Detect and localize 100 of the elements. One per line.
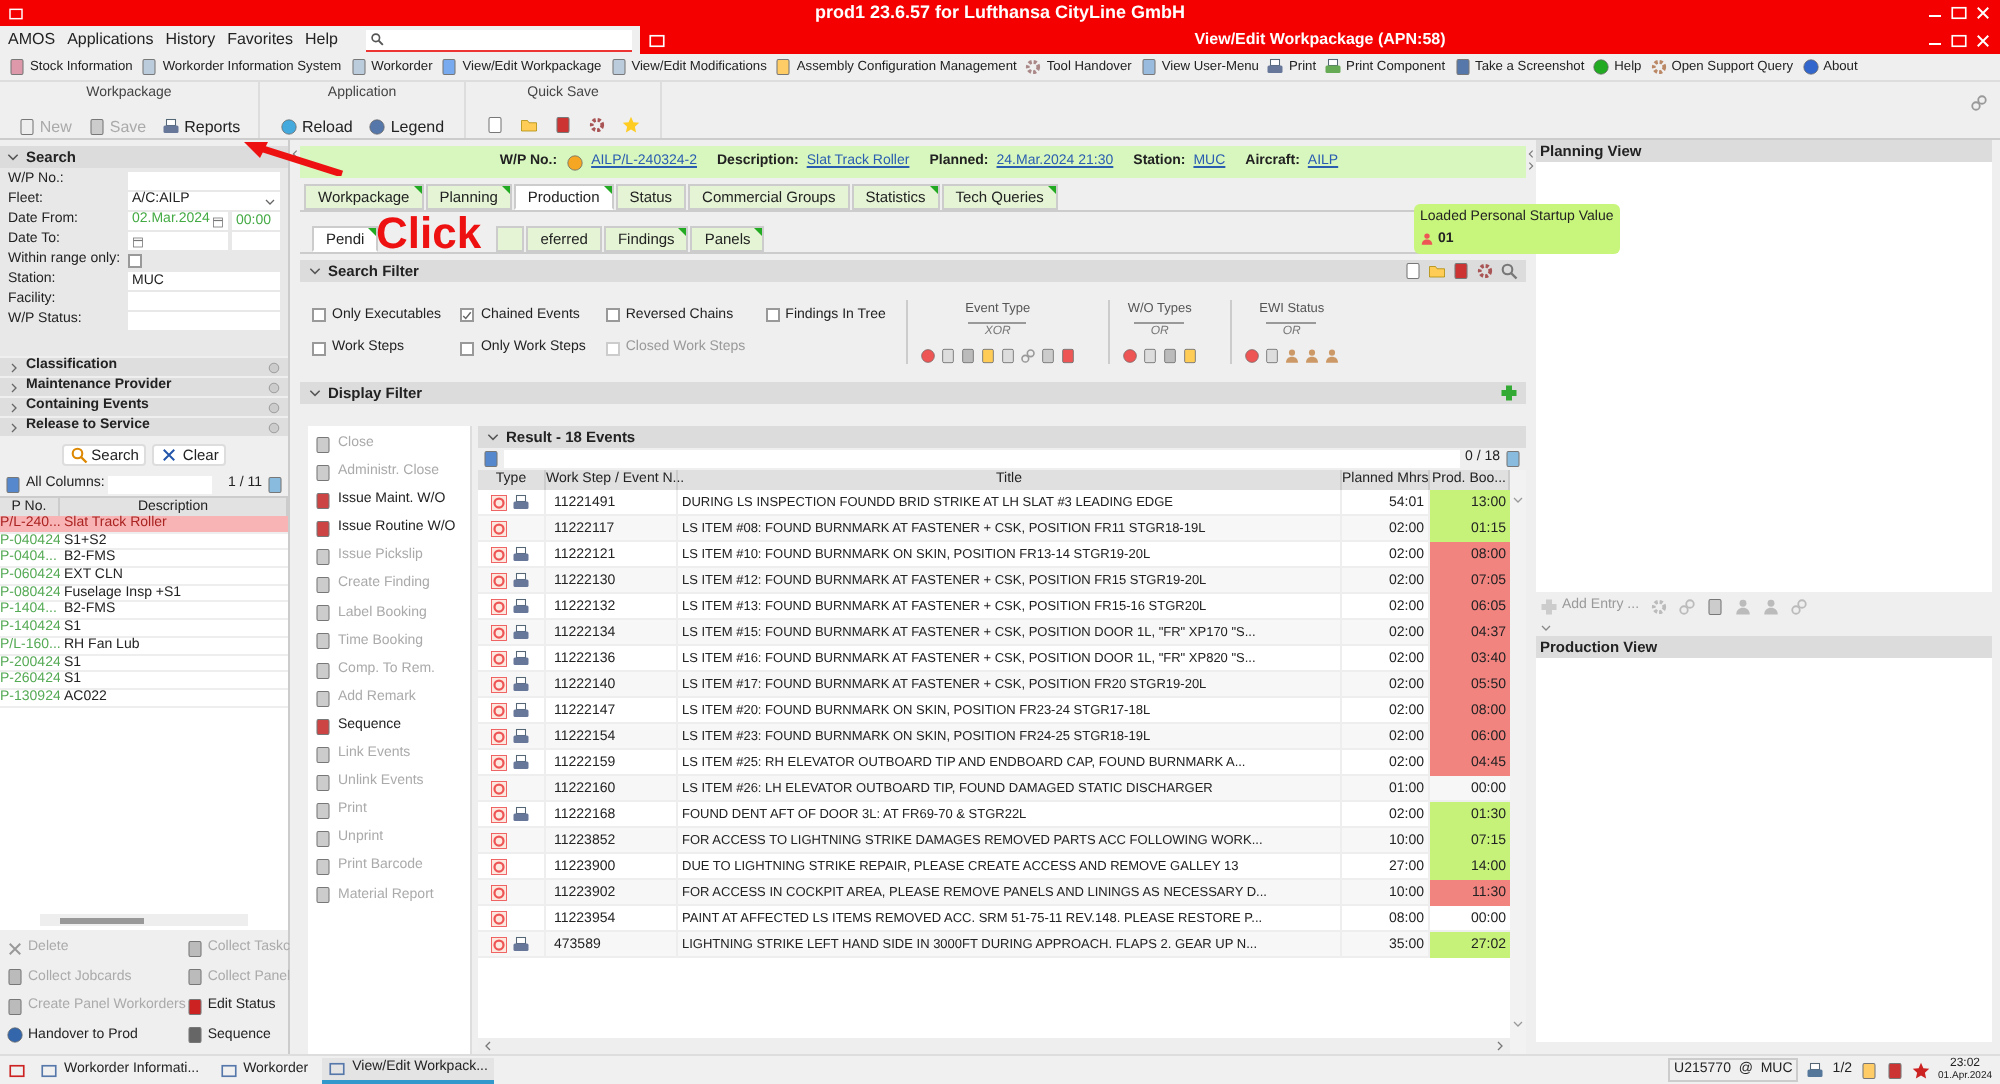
ring-icon [490, 598, 508, 616]
circle-icon [1243, 347, 1260, 364]
checkbox[interactable] [128, 254, 142, 268]
chevron-icon [290, 148, 300, 160]
circle-icon [1121, 347, 1138, 364]
menu-item[interactable]: Applications [67, 28, 154, 52]
search-field[interactable] [365, 29, 632, 51]
circle-icon [280, 118, 298, 136]
ring-icon [490, 910, 508, 928]
filter-field[interactable] [108, 476, 213, 494]
gear-icon [1024, 57, 1043, 76]
document-icon [1504, 450, 1522, 468]
menu-item[interactable]: Help [305, 28, 338, 52]
ring-icon [490, 676, 508, 694]
document-icon [1452, 262, 1470, 280]
close-icon [160, 446, 179, 464]
document-icon [17, 118, 36, 136]
ribbon-button[interactable]: Legend [368, 115, 445, 139]
gear-icon [1476, 262, 1494, 280]
folder-icon [520, 115, 539, 133]
person-icon [1761, 597, 1780, 615]
maximize-icon [328, 1059, 347, 1077]
horizontal-scrollbar[interactable] [478, 1038, 1510, 1054]
checkbox[interactable] [312, 341, 326, 356]
checkbox[interactable] [605, 308, 620, 323]
menu-item[interactable]: History [165, 28, 216, 52]
checkbox[interactable] [312, 308, 326, 323]
ring-icon [490, 780, 508, 798]
ring-icon [490, 494, 508, 512]
ribbon-button[interactable]: Reports [162, 115, 241, 139]
document-icon [554, 115, 573, 133]
filter-field[interactable] [504, 450, 1461, 468]
search-icon [69, 446, 88, 464]
link-icon [1019, 347, 1036, 364]
subwindow-title: View/Edit Workpackage (APN:58) [1194, 28, 1446, 52]
chevron-icon [482, 1040, 494, 1052]
gear-icon [1649, 57, 1668, 76]
ribbon-button[interactable]: Reload [280, 115, 353, 139]
ring-icon [490, 858, 508, 876]
person-icon [1303, 347, 1320, 364]
document-icon [482, 450, 500, 468]
ring-icon [490, 702, 508, 720]
checkbox[interactable] [765, 308, 780, 323]
circle-icon [268, 381, 280, 393]
document-icon [1404, 262, 1422, 280]
circle-icon [919, 347, 936, 364]
circle-icon [565, 153, 584, 171]
ring-icon [490, 884, 508, 902]
printer-icon [1806, 1061, 1825, 1079]
chevron-icon [486, 430, 500, 444]
tab[interactable] [496, 226, 525, 252]
checkbox[interactable] [460, 341, 475, 356]
person-icon [1733, 597, 1752, 615]
ring-icon [490, 728, 508, 746]
close-icon [6, 939, 24, 958]
window-title: prod1 23.6.57 for Lufthansa CityLine GmbH [814, 0, 1186, 26]
chevron-icon [1512, 494, 1524, 506]
date-field[interactable] [128, 232, 228, 250]
circle-icon [268, 421, 280, 433]
search-icon [1500, 262, 1518, 280]
document-icon [486, 115, 505, 133]
ring-icon [490, 624, 508, 642]
document-icon [1705, 597, 1724, 615]
document-icon [1453, 57, 1472, 76]
close-icon [1974, 4, 1992, 23]
ring-icon [490, 650, 508, 668]
vertical-scrollbar[interactable] [1510, 470, 1526, 1054]
document-icon [349, 57, 368, 76]
chevron-icon [308, 386, 322, 400]
folder-icon [1428, 262, 1446, 280]
document-icon [4, 476, 22, 494]
maximize-icon [8, 5, 24, 22]
link-icon [1677, 597, 1696, 615]
document-icon [266, 476, 284, 494]
star-icon [1912, 1061, 1931, 1079]
ring-icon [490, 546, 508, 564]
close-icon [1974, 31, 1992, 49]
ring-icon [490, 832, 508, 850]
person-icon [1283, 347, 1300, 364]
menu-item[interactable]: Favorites [227, 28, 293, 52]
ring-icon [490, 572, 508, 590]
document-icon [1139, 57, 1158, 76]
chevron-icon [1540, 622, 1552, 634]
person-icon [1420, 232, 1434, 247]
checkbox[interactable] [460, 308, 475, 323]
maximize-icon [648, 31, 666, 49]
circle-icon [268, 361, 280, 373]
plus-icon [1500, 384, 1518, 402]
menu-item[interactable]: AMOS [8, 28, 56, 52]
plus-icon [1540, 597, 1558, 615]
horizontal-scrollbar[interactable] [40, 914, 248, 926]
gear-icon [1649, 597, 1668, 615]
document-icon [609, 57, 628, 76]
arrow-drawing [244, 142, 344, 176]
chevron-icon [264, 195, 276, 207]
calendar-icon [132, 235, 144, 247]
link-icon [1970, 94, 1988, 112]
ring-icon [490, 936, 508, 954]
gear-icon [588, 115, 607, 133]
document-icon [1263, 347, 1280, 364]
